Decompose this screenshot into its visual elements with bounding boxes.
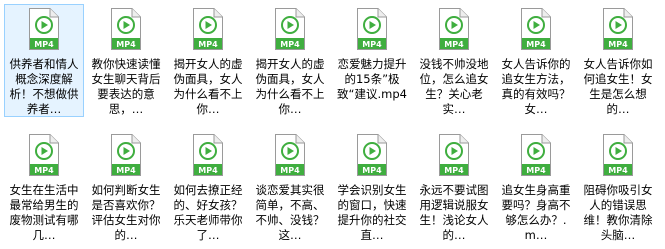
mp4-badge-text: MP4 <box>34 40 54 49</box>
mp4-file-icon: MP4 <box>28 7 60 51</box>
file-name: 揭开女人的虚伪面具，女人为什么看不上你… <box>255 57 325 116</box>
file-name: 女人告诉你的追女生方法，真的有效吗？女… <box>501 57 571 116</box>
mp4-badge-text: MP4 <box>280 40 300 49</box>
file-item[interactable]: MP4 如何判断女生是否喜欢你？评估女生对你的… <box>86 130 166 243</box>
file-item[interactable]: MP4 女生在生活中最常给男生的废物测试有哪几… <box>4 130 84 243</box>
mp4-file-icon: MP4 <box>356 133 388 177</box>
file-item[interactable]: MP4 永远不要试图用逻辑说服女生！浅论女人的… <box>414 130 494 243</box>
file-name: 揭开女人的虚伪面具，女人为什么看不上你… <box>173 57 243 116</box>
mp4-file-icon-graphic: MP4 <box>439 134 469 176</box>
file-name: 永远不要试图用逻辑说服女生！浅论女人的… <box>419 183 489 242</box>
mp4-badge-text: MP4 <box>444 40 464 49</box>
file-item[interactable]: MP4 阻碍你吸引女人的错误思维！教你清除头脑… <box>578 130 658 243</box>
mp4-file-icon: MP4 <box>438 133 470 177</box>
mp4-file-icon: MP4 <box>438 7 470 51</box>
file-item[interactable]: MP4 没钱不帅没地位，怎么追女生？关心老实… <box>414 4 494 117</box>
mp4-file-icon-graphic: MP4 <box>521 8 551 50</box>
mp4-file-icon: MP4 <box>520 133 552 177</box>
mp4-badge-text: MP4 <box>198 40 218 49</box>
mp4-file-icon: MP4 <box>602 133 634 177</box>
file-name: 追女生身高重要吗？身高不够怎么办？.m… <box>501 183 571 242</box>
mp4-file-icon-graphic: MP4 <box>275 8 305 50</box>
mp4-file-icon: MP4 <box>274 7 306 51</box>
file-name: 女生在生活中最常给男生的废物测试有哪几… <box>9 183 79 242</box>
file-item[interactable]: MP4 揭开女人的虚伪面具，女人为什么看不上你… <box>168 4 248 117</box>
file-name: 谈恋爱其实很简单，不高、不帅、没钱？这… <box>255 183 325 242</box>
mp4-file-icon-graphic: MP4 <box>439 8 469 50</box>
mp4-badge-text: MP4 <box>362 166 382 175</box>
file-item[interactable]: MP4 揭开女人的虚伪面具，女人为什么看不上你… <box>250 4 330 117</box>
file-name: 没钱不帅没地位，怎么追女生？关心老实… <box>419 57 489 116</box>
mp4-file-icon: MP4 <box>192 133 224 177</box>
mp4-file-icon: MP4 <box>274 133 306 177</box>
mp4-file-icon: MP4 <box>520 7 552 51</box>
mp4-badge-text: MP4 <box>526 40 546 49</box>
mp4-badge-text: MP4 <box>116 166 136 175</box>
mp4-file-icon: MP4 <box>192 7 224 51</box>
mp4-badge-text: MP4 <box>34 166 54 175</box>
mp4-file-icon-graphic: MP4 <box>603 134 633 176</box>
mp4-file-icon-graphic: MP4 <box>29 134 59 176</box>
mp4-badge-text: MP4 <box>116 40 136 49</box>
file-item[interactable]: MP4 学会识别女生的窗口，快速提升你的社交直… <box>332 130 412 243</box>
file-name: 教你快速读懂女生聊天背后要表达的意思，… <box>91 57 161 116</box>
file-name: 学会识别女生的窗口，快速提升你的社交直… <box>337 183 407 242</box>
file-item[interactable]: MP4 恋爱魅力提升的15条”极致“建议.mp4 <box>332 4 412 102</box>
mp4-file-icon-graphic: MP4 <box>521 134 551 176</box>
file-fold-corner <box>131 134 141 144</box>
mp4-file-icon-graphic: MP4 <box>193 8 223 50</box>
mp4-file-icon: MP4 <box>28 133 60 177</box>
mp4-file-icon: MP4 <box>602 7 634 51</box>
file-name: 供养者和情人概念深度解析！不想做供养者… <box>9 57 79 116</box>
mp4-badge-text: MP4 <box>198 166 218 175</box>
file-name: 如何去撩正经的、好女孩？乐天老师带你了… <box>173 183 243 242</box>
file-item[interactable]: MP4 谈恋爱其实很简单，不高、不帅、没钱？这… <box>250 130 330 243</box>
file-item[interactable]: MP4 供养者和情人概念深度解析！不想做供养者… <box>4 4 84 117</box>
mp4-file-icon: MP4 <box>356 7 388 51</box>
file-fold-corner <box>377 134 387 144</box>
file-item[interactable]: MP4 女人告诉你如何追女生！女生是怎么想的… <box>578 4 658 117</box>
mp4-file-icon-graphic: MP4 <box>357 8 387 50</box>
file-name: 如何判断女生是否喜欢你？评估女生对你的… <box>91 183 161 242</box>
mp4-file-icon-graphic: MP4 <box>603 8 633 50</box>
mp4-badge-text: MP4 <box>608 40 628 49</box>
file-name: 阻碍你吸引女人的错误思维！教你清除头脑… <box>583 183 653 242</box>
file-name: 恋爱魅力提升的15条”极致“建议.mp4 <box>337 57 407 101</box>
mp4-file-icon-graphic: MP4 <box>29 8 59 50</box>
mp4-file-icon-graphic: MP4 <box>275 134 305 176</box>
file-grid: MP4 供养者和情人概念深度解析！不想做供养者… MP4 教你快速读懂女生聊天背… <box>0 0 665 249</box>
mp4-badge-text: MP4 <box>362 40 382 49</box>
mp4-file-icon: MP4 <box>110 7 142 51</box>
mp4-file-icon: MP4 <box>110 133 142 177</box>
mp4-badge-text: MP4 <box>444 166 464 175</box>
mp4-badge-text: MP4 <box>526 166 546 175</box>
mp4-file-icon-graphic: MP4 <box>193 134 223 176</box>
mp4-badge-text: MP4 <box>608 166 628 175</box>
mp4-file-icon-graphic: MP4 <box>111 134 141 176</box>
mp4-file-icon-graphic: MP4 <box>357 134 387 176</box>
file-item[interactable]: MP4 追女生身高重要吗？身高不够怎么办？.m… <box>496 130 576 243</box>
file-fold-corner <box>213 134 223 144</box>
file-item[interactable]: MP4 女人告诉你的追女生方法，真的有效吗？女… <box>496 4 576 117</box>
mp4-file-icon-graphic: MP4 <box>111 8 141 50</box>
file-name: 女人告诉你如何追女生！女生是怎么想的… <box>583 57 653 116</box>
mp4-badge-text: MP4 <box>280 166 300 175</box>
file-item[interactable]: MP4 如何去撩正经的、好女孩？乐天老师带你了… <box>168 130 248 243</box>
file-fold-corner <box>295 134 305 144</box>
file-fold-corner <box>459 134 469 144</box>
file-item[interactable]: MP4 教你快速读懂女生聊天背后要表达的意思，… <box>86 4 166 117</box>
